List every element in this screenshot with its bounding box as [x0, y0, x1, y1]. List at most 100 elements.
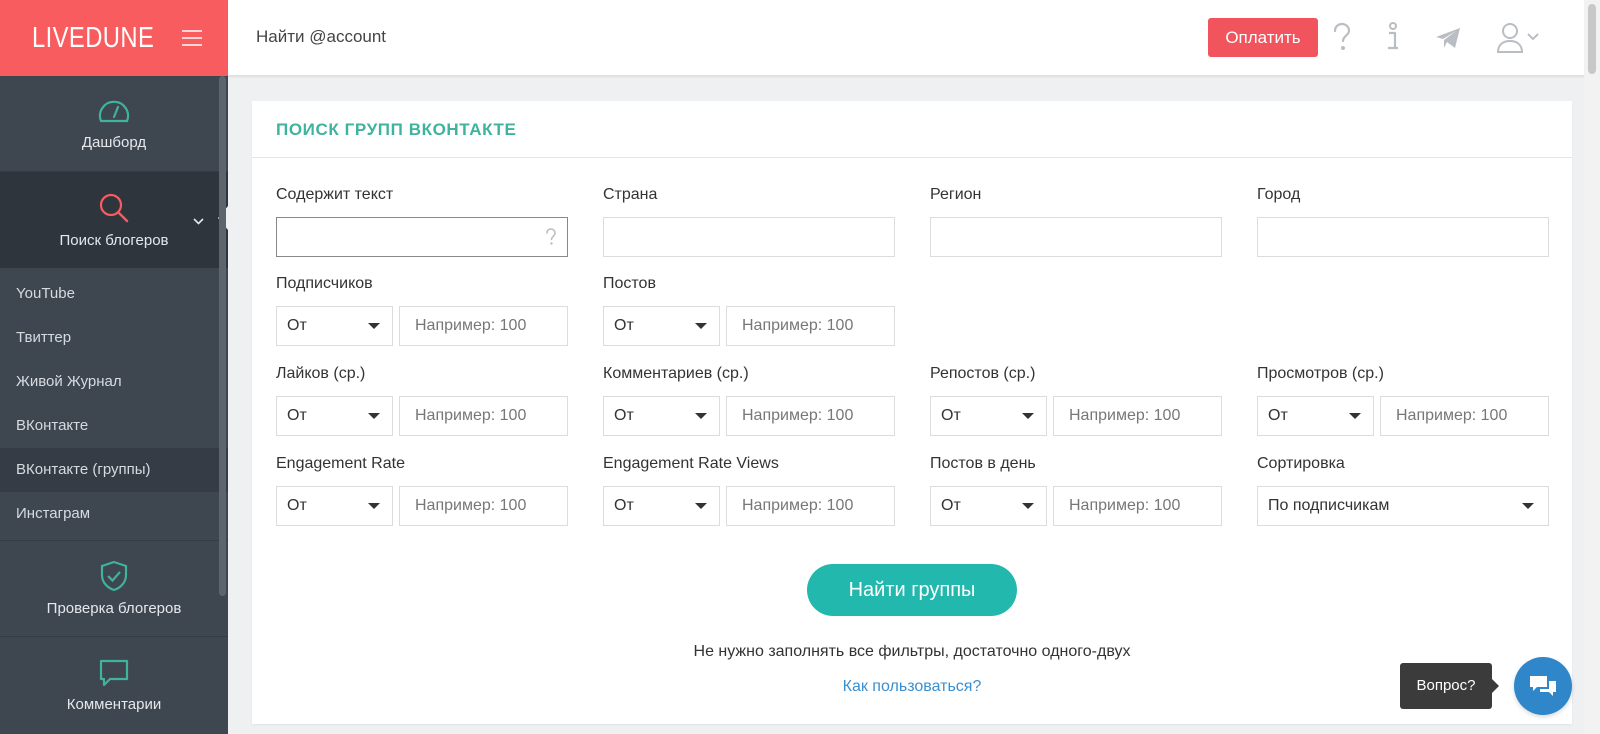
field-country: Страна	[603, 185, 895, 257]
caret-down-icon	[695, 413, 707, 419]
text-input[interactable]	[276, 217, 568, 257]
sidebar-item-comments[interactable]: Комментарии	[0, 637, 228, 733]
field-label: Engagement Rate	[276, 455, 405, 472]
card-title: ПОИСК ГРУПП ВКОНТАКТЕ	[252, 101, 1572, 158]
sidebar-item-label: Комментарии	[66, 695, 162, 713]
subscribers-value-input[interactable]: Например: 100	[399, 306, 568, 346]
chevron-down-icon	[193, 218, 204, 225]
caret-down-icon	[368, 503, 380, 509]
find-groups-button[interactable]: Найти группы	[807, 564, 1017, 616]
sidebar-subitem-livejournal[interactable]: Живой Журнал	[0, 360, 228, 404]
field-posts-per-day: Постов в день От Например: 100	[930, 454, 1222, 526]
telegram-icon[interactable]	[1434, 26, 1462, 50]
field-city: Город	[1257, 185, 1549, 257]
pay-button[interactable]: Оплатить	[1208, 18, 1318, 57]
reposts-value-input[interactable]: Например: 100	[1053, 396, 1222, 436]
user-icon[interactable]	[1496, 22, 1542, 54]
reposts-operator-select[interactable]: От	[930, 396, 1047, 436]
field-comments: Комментариев (ср.) От Например: 100	[603, 364, 895, 436]
chat-bubble-icon	[99, 659, 129, 686]
field-engagement-rate: Engagement Rate От Например: 100	[276, 454, 568, 526]
select-value: От	[614, 407, 634, 424]
field-label: Город	[1257, 186, 1301, 203]
caret-down-icon	[368, 323, 380, 329]
caret-down-icon	[695, 503, 707, 509]
vk-groups-search-card: ПОИСК ГРУПП ВКОНТАКТЕ Содержит текст Стр…	[252, 101, 1572, 724]
info-icon[interactable]	[1384, 22, 1402, 52]
field-engagement-rate-views: Engagement Rate Views От Например: 100	[603, 454, 895, 526]
page-scrollbar[interactable]	[1584, 0, 1600, 734]
select-value: От	[614, 317, 634, 334]
field-label: Репостов (ср.)	[930, 365, 1036, 382]
field-label: Просмотров (ср.)	[1257, 365, 1384, 382]
field-label: Подписчиков	[276, 275, 373, 292]
caret-down-icon	[368, 413, 380, 419]
views-value-input[interactable]: Например: 100	[1380, 396, 1549, 436]
erv-value-input[interactable]: Например: 100	[726, 486, 895, 526]
brand-logo[interactable]: LIVEDUNE	[32, 22, 154, 55]
region-input[interactable]	[930, 217, 1222, 257]
sidebar-subitem-youtube[interactable]: YouTube	[0, 272, 228, 316]
select-value: От	[287, 407, 307, 424]
sidebar-item-label: Поиск блогеров	[59, 231, 169, 249]
sidebar-item-check[interactable]: Проверка блогеров	[0, 541, 228, 637]
likes-operator-select[interactable]: От	[276, 396, 393, 436]
posts-per-day-value-input[interactable]: Например: 100	[1053, 486, 1222, 526]
sidebar-item-dashboard[interactable]: Дашборд	[0, 76, 228, 172]
field-posts: Постов От Например: 100	[603, 274, 895, 346]
how-to-use-link[interactable]: Как пользоваться?	[252, 678, 1572, 696]
er-operator-select[interactable]: От	[276, 486, 393, 526]
select-value: От	[1268, 407, 1288, 424]
country-input[interactable]	[603, 217, 895, 257]
question-icon[interactable]	[1330, 22, 1354, 52]
city-input[interactable]	[1257, 217, 1549, 257]
caret-down-icon	[1522, 503, 1534, 509]
field-likes: Лайков (ср.) От Например: 100	[276, 364, 568, 436]
posts-operator-select[interactable]: От	[603, 306, 720, 346]
caret-down-icon	[1022, 503, 1034, 509]
sidebar-subitem-instagram[interactable]: Инстаграм	[0, 492, 228, 536]
field-label: Постов в день	[930, 455, 1036, 472]
er-value-input[interactable]: Например: 100	[399, 486, 568, 526]
sidebar-subitem-twitter[interactable]: Твиттер	[0, 316, 228, 360]
logo-bar: LIVEDUNE	[0, 0, 228, 76]
page-scrollbar-thumb[interactable]	[1588, 4, 1596, 74]
sort-select[interactable]: По подписчикам	[1257, 486, 1549, 526]
field-label: Постов	[603, 275, 656, 292]
chat-widget-button[interactable]	[1514, 657, 1572, 715]
sidebar-subitem-vk-groups[interactable]: ВКонтакте (группы)	[0, 448, 228, 492]
select-value: От	[287, 317, 307, 334]
field-reposts: Репостов (ср.) От Например: 100	[930, 364, 1222, 436]
likes-value-input[interactable]: Например: 100	[399, 396, 568, 436]
search-icon	[99, 193, 129, 222]
sidebar-subitem-vk[interactable]: ВКонтакте	[0, 404, 228, 448]
field-label: Содержит текст	[276, 186, 394, 203]
sidebar-item-search[interactable]: Поиск блогеров	[0, 172, 228, 268]
chat-bubbles-icon	[1530, 676, 1556, 696]
sidebar-scrollbar[interactable]	[219, 76, 226, 596]
subscribers-operator-select[interactable]: От	[276, 306, 393, 346]
field-region: Регион	[930, 185, 1222, 257]
field-sort: Сортировка По подписчикам	[1257, 454, 1549, 526]
chat-tooltip: Вопрос?	[1400, 663, 1499, 709]
field-label: Страна	[603, 186, 658, 203]
posts-per-day-operator-select[interactable]: От	[930, 486, 1047, 526]
help-question-icon[interactable]	[545, 228, 557, 246]
views-operator-select[interactable]: От	[1257, 396, 1374, 436]
sidebar: LIVEDUNE Дашборд Поиск блогеров YouTube …	[0, 0, 228, 734]
field-subscribers: Подписчиков От Например: 100	[276, 274, 568, 346]
select-value: От	[287, 497, 307, 514]
search-submenu: YouTube Твиттер Живой Журнал ВКонтакте В…	[0, 268, 228, 541]
field-label: Лайков (ср.)	[276, 365, 366, 382]
erv-operator-select[interactable]: От	[603, 486, 720, 526]
caret-down-icon	[1349, 413, 1361, 419]
top-header: Найти @account Оплатить	[228, 0, 1584, 76]
field-label: Комментариев (ср.)	[603, 365, 749, 382]
comments-value-input[interactable]: Например: 100	[726, 396, 895, 436]
comments-operator-select[interactable]: От	[603, 396, 720, 436]
posts-value-input[interactable]: Например: 100	[726, 306, 895, 346]
filters-hint: Не нужно заполнять все фильтры, достаточ…	[693, 643, 1131, 660]
dashboard-gauge-icon	[98, 100, 130, 123]
hamburger-menu-icon[interactable]	[182, 30, 202, 46]
account-search-input[interactable]: Найти @account	[256, 27, 386, 47]
